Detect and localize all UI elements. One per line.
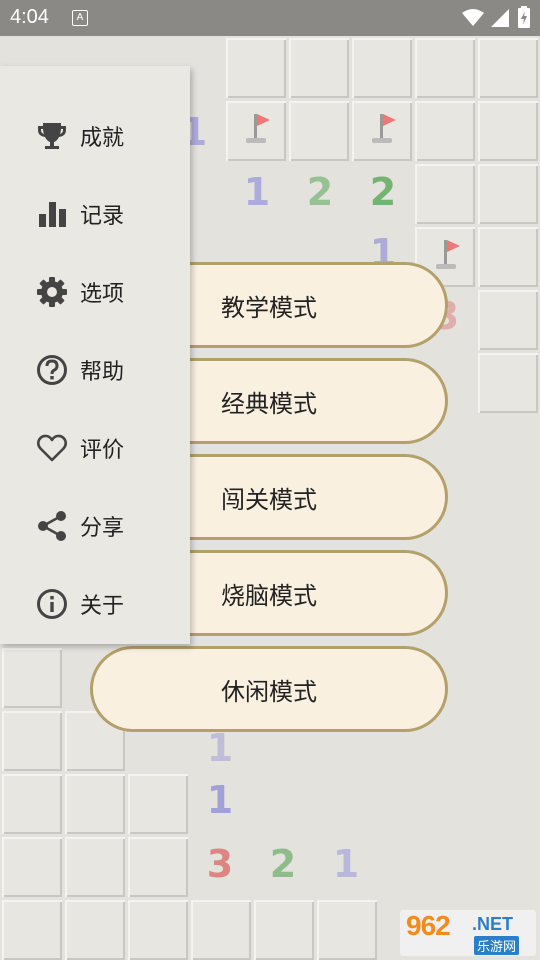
status-bar: 4:04 A	[0, 0, 540, 36]
menu-label: 关于	[80, 594, 125, 619]
board-number: 2	[306, 170, 334, 214]
board-cell	[289, 38, 349, 98]
board-cell	[65, 900, 125, 960]
board-cell	[415, 101, 475, 161]
board-number: 2	[269, 842, 297, 886]
menu-item-help[interactable]: 帮助	[0, 340, 190, 400]
board-cell	[2, 837, 62, 897]
board-number: 1	[206, 778, 234, 822]
board-cell	[2, 648, 62, 708]
share-icon	[38, 511, 66, 541]
battery-icon	[518, 6, 530, 28]
heart-icon	[36, 434, 68, 462]
side-drawer-menu: 成就 记录 选项 帮助 评价 分享 关于	[0, 66, 190, 644]
board-cell	[254, 900, 314, 960]
board-number: 1	[206, 726, 234, 770]
board-number: 2	[369, 170, 397, 214]
flag-icon	[246, 114, 270, 143]
watermark-site: 乐游网	[474, 936, 520, 955]
bar-chart-icon	[39, 202, 66, 227]
menu-item-options[interactable]: 选项	[0, 262, 190, 322]
board-cell	[191, 900, 251, 960]
board-cell	[478, 38, 538, 98]
board-cell	[65, 837, 125, 897]
flag-icon	[436, 240, 460, 269]
menu-label: 评价	[80, 438, 125, 463]
board-number: 1	[332, 842, 360, 886]
watermark-brand: 962	[406, 910, 451, 941]
board-cell	[478, 164, 538, 224]
board-cell	[478, 353, 538, 413]
flag-icon	[372, 114, 396, 143]
help-icon	[37, 355, 67, 385]
board-cell	[2, 774, 62, 834]
board-number: 1	[243, 170, 271, 214]
board-cell	[2, 900, 62, 960]
menu-label: 成就	[80, 126, 125, 151]
menu-label: 选项	[80, 282, 125, 307]
menu-item-records[interactable]: 记录	[0, 184, 190, 244]
board-cell	[65, 774, 125, 834]
menu-item-about[interactable]: 关于	[0, 574, 190, 634]
signal-icon	[491, 9, 509, 27]
watermark-domain: .NET	[472, 914, 514, 934]
board-cell	[128, 837, 188, 897]
gear-icon	[37, 277, 67, 307]
trophy-icon	[38, 123, 66, 149]
board-cell	[128, 900, 188, 960]
notification-a-icon: A	[72, 10, 88, 26]
board-cell	[317, 900, 377, 960]
board-cell	[289, 101, 349, 161]
info-icon	[37, 589, 67, 619]
site-watermark: 962 .NET 乐游网	[400, 910, 536, 956]
board-cell	[352, 38, 412, 98]
menu-label: 记录	[80, 204, 125, 229]
board-number: 3	[206, 842, 234, 886]
mode-casual-button[interactable]: 休闲模式	[90, 646, 448, 732]
board-cell	[478, 101, 538, 161]
board-cell	[2, 711, 62, 771]
menu-label: 帮助	[80, 360, 125, 385]
menu-item-achievements[interactable]: 成就	[0, 106, 190, 166]
board-cell	[128, 774, 188, 834]
board-cell	[226, 38, 286, 98]
status-time: 4:04	[10, 6, 49, 28]
menu-item-rate[interactable]: 评价	[0, 418, 190, 478]
menu-item-share[interactable]: 分享	[0, 496, 190, 556]
board-cell	[478, 290, 538, 350]
wifi-icon	[462, 9, 484, 26]
board-cell	[415, 164, 475, 224]
board-cell	[415, 38, 475, 98]
board-cell	[478, 227, 538, 287]
menu-label: 分享	[80, 516, 125, 541]
